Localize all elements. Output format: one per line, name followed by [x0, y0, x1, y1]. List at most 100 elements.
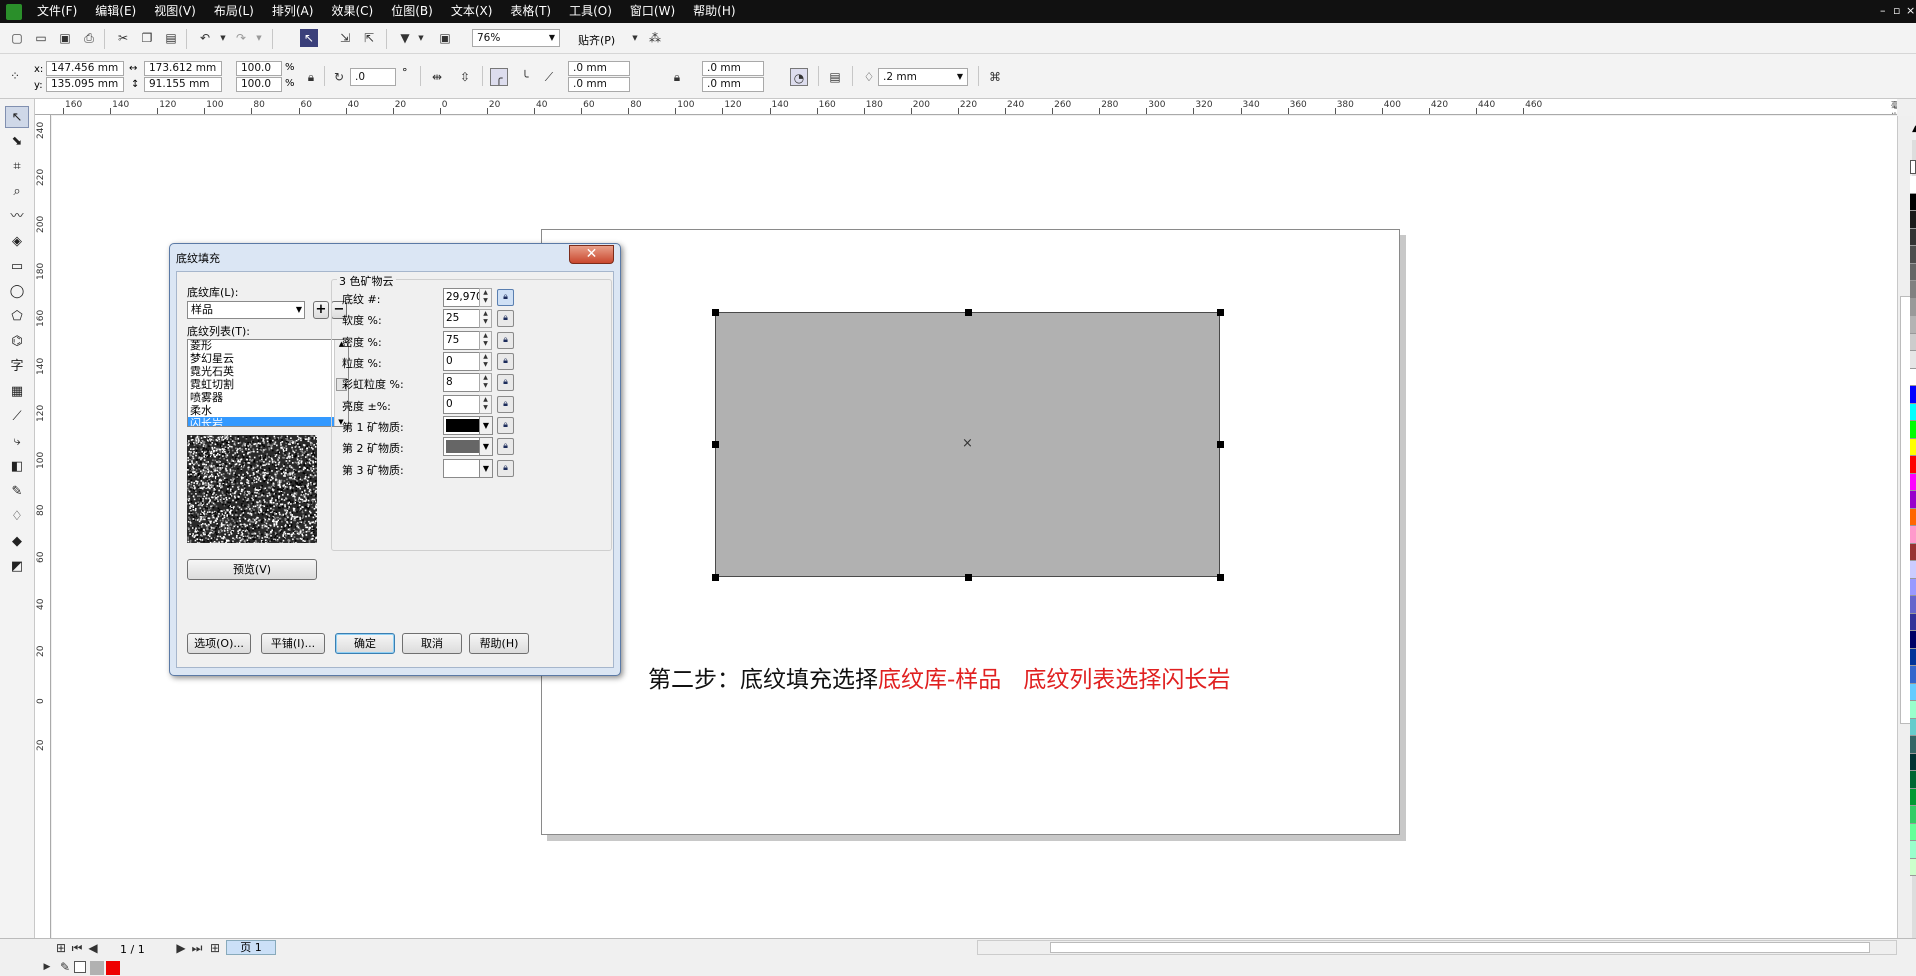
- corner-radius-bl-input[interactable]: .0 mm: [568, 77, 630, 92]
- palette-scroll-up-icon[interactable]: ▲: [1912, 124, 1916, 134]
- ok-button[interactable]: 确定: [335, 633, 395, 654]
- fill-tool-icon[interactable]: ◆: [5, 531, 29, 553]
- palette-swatch[interactable]: [1910, 316, 1916, 334]
- crop-tool-icon[interactable]: ⌗: [5, 156, 29, 178]
- height-input[interactable]: 91.155 mm: [144, 77, 222, 92]
- mineral-lock-icon[interactable]: 🔒︎: [497, 417, 514, 434]
- palette-swatch[interactable]: [1910, 404, 1916, 422]
- close-icon[interactable]: ×: [1906, 4, 1915, 17]
- palette-swatch[interactable]: [1910, 299, 1916, 317]
- param-spinner[interactable]: ▲▼: [479, 352, 492, 371]
- ellipse-tool-icon[interactable]: ◯: [5, 281, 29, 303]
- param-lock-icon[interactable]: 🔒︎: [497, 289, 514, 306]
- eyedropper-tool-icon[interactable]: ✎: [5, 481, 29, 503]
- connector-tool-icon[interactable]: ⤷: [5, 431, 29, 453]
- palette-swatch[interactable]: [1910, 649, 1916, 667]
- palette-swatch[interactable]: [1910, 754, 1916, 772]
- no-color-swatch[interactable]: [1910, 160, 1916, 174]
- menu-item-0[interactable]: 文件(F): [28, 0, 86, 23]
- corner-radius-tr-input[interactable]: .0 mm: [702, 61, 764, 76]
- texture-list-item[interactable]: 霓虹切割: [188, 378, 334, 391]
- param-spinner[interactable]: ▲▼: [479, 395, 492, 414]
- basic-shapes-tool-icon[interactable]: ⌬: [5, 331, 29, 353]
- selection-handle-r[interactable]: [1217, 441, 1224, 448]
- texture-list-item[interactable]: 梦幻星云: [188, 352, 334, 365]
- help-button[interactable]: 帮助(H): [469, 633, 529, 654]
- redo-dropdown-icon[interactable]: ▼: [250, 29, 268, 47]
- selection-handle-tr[interactable]: [1217, 309, 1224, 316]
- texture-list-item[interactable]: 霓光石英: [188, 365, 334, 378]
- rotation-angle-input[interactable]: .0: [350, 68, 396, 86]
- menu-item-1[interactable]: 编辑(E): [86, 0, 145, 23]
- param-lock-icon[interactable]: 🔒︎: [497, 353, 514, 370]
- palette-swatch[interactable]: [1910, 736, 1916, 754]
- palette-swatch[interactable]: [1910, 561, 1916, 579]
- menu-item-5[interactable]: 效果(C): [322, 0, 382, 23]
- restore-icon[interactable]: ▫: [1893, 4, 1900, 17]
- dimension-tool-icon[interactable]: ⟋: [5, 406, 29, 428]
- menu-item-9[interactable]: 工具(O): [560, 0, 621, 23]
- lock-ratio-icon[interactable]: 🔒︎: [302, 68, 320, 86]
- palette-swatch[interactable]: [1910, 334, 1916, 352]
- export-icon[interactable]: ⇱: [360, 29, 378, 47]
- new-document-icon[interactable]: ▢: [8, 29, 26, 47]
- selection-handle-t[interactable]: [965, 309, 972, 316]
- smart-fill-tool-icon[interactable]: ◈: [5, 231, 29, 253]
- convert-to-curves-icon[interactable]: ⌘: [986, 68, 1004, 86]
- tile-button[interactable]: 平铺(I)...: [261, 633, 325, 654]
- y-position-input[interactable]: 135.095 mm: [46, 77, 124, 92]
- play-icon[interactable]: ▶: [38, 958, 56, 976]
- palette-swatch[interactable]: [1910, 176, 1916, 194]
- shape-tool-icon[interactable]: ⬊: [5, 131, 29, 153]
- menu-item-8[interactable]: 表格(T): [501, 0, 560, 23]
- palette-swatch[interactable]: [1910, 211, 1916, 229]
- mirror-vertical-icon[interactable]: ⇳: [456, 68, 474, 86]
- fill-color-swatch[interactable]: [90, 961, 104, 975]
- rectangle-tool-icon[interactable]: ▭: [5, 256, 29, 278]
- minimize-icon[interactable]: –: [1880, 4, 1886, 17]
- param-lock-icon[interactable]: 🔒︎: [497, 310, 514, 327]
- redo-icon[interactable]: ↷: [232, 29, 250, 47]
- param-spinner[interactable]: ▲▼: [479, 331, 492, 350]
- prev-page-icon[interactable]: ◀: [84, 939, 102, 957]
- palette-swatch[interactable]: [1910, 771, 1916, 789]
- palette-swatch[interactable]: [1910, 421, 1916, 439]
- snap-dropdown-icon[interactable]: ▼: [626, 29, 644, 47]
- texture-list-item[interactable]: 菱形: [188, 339, 334, 352]
- palette-swatch[interactable]: [1910, 701, 1916, 719]
- texture-list[interactable]: 菱形梦幻星云霓光石英霓虹切割喷雾器柔水闪长岩树胶水彩 ▲ ▼: [187, 339, 349, 427]
- menu-item-3[interactable]: 布局(L): [205, 0, 263, 23]
- palette-swatch[interactable]: [1910, 194, 1916, 212]
- table-tool-icon[interactable]: ▦: [5, 381, 29, 403]
- mirror-horizontal-icon[interactable]: ⇹: [428, 68, 446, 86]
- copy-icon[interactable]: ❐: [138, 29, 156, 47]
- menu-item-6[interactable]: 位图(B): [382, 0, 442, 23]
- options-icon[interactable]: ⁂: [646, 29, 664, 47]
- palette-swatch[interactable]: [1910, 229, 1916, 247]
- selection-handle-tl[interactable]: [712, 309, 719, 316]
- palette-swatch[interactable]: [1910, 264, 1916, 282]
- palette-swatch[interactable]: [1910, 439, 1916, 457]
- mineral-lock-icon[interactable]: 🔒︎: [497, 460, 514, 477]
- import-icon[interactable]: ⇲: [336, 29, 354, 47]
- palette-swatch[interactable]: [1910, 789, 1916, 807]
- outline-width-combo[interactable]: .2 mm▼: [878, 68, 968, 86]
- zoom-tool-icon[interactable]: ⌕: [5, 181, 29, 203]
- outline-pen-icon[interactable]: ♢: [860, 68, 878, 86]
- add-library-button[interactable]: +: [313, 301, 329, 319]
- dialog-close-button[interactable]: ✕: [569, 245, 614, 264]
- palette-swatch[interactable]: [1910, 596, 1916, 614]
- palette-swatch[interactable]: [1910, 526, 1916, 544]
- round-corner-icon[interactable]: ╭: [490, 68, 508, 86]
- search-content-icon[interactable]: ↖: [300, 29, 318, 47]
- palette-swatch[interactable]: [1910, 456, 1916, 474]
- pick-tool-icon[interactable]: ↖: [5, 106, 29, 128]
- param-spinner[interactable]: ▲▼: [479, 373, 492, 392]
- palette-swatch[interactable]: [1910, 806, 1916, 824]
- selection-handle-l[interactable]: [712, 441, 719, 448]
- chamfered-corner-icon[interactable]: ⟋: [540, 68, 558, 86]
- zoom-level-combo[interactable]: 76%▼: [472, 29, 560, 47]
- last-page-icon[interactable]: ⏭: [188, 939, 206, 957]
- outline-tool-icon[interactable]: ♢: [5, 506, 29, 528]
- palette-swatch[interactable]: [1910, 841, 1916, 859]
